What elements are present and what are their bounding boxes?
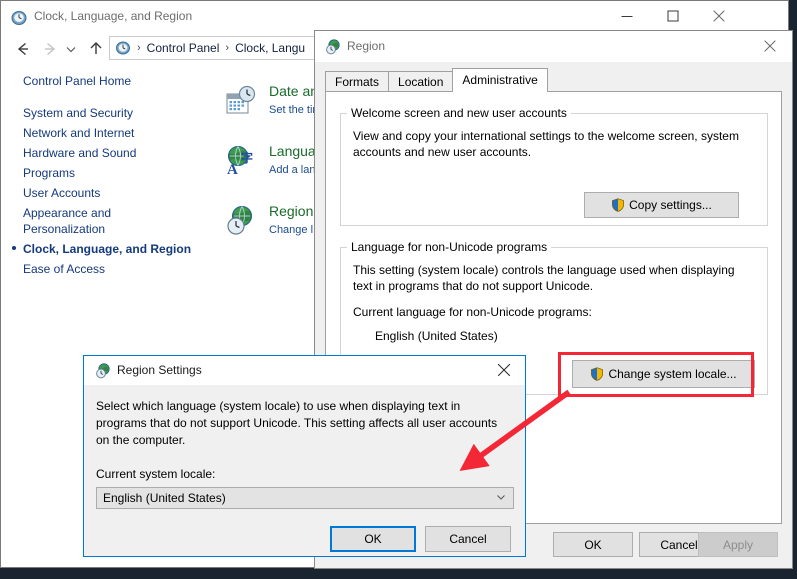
- current-language-value: English (United States): [375, 328, 498, 344]
- region-apply-button: Apply: [698, 532, 778, 557]
- close-button[interactable]: [483, 356, 525, 384]
- chevron-down-icon[interactable]: [63, 38, 79, 60]
- breadcrumb-clock-language[interactable]: Clock, Langu: [235, 41, 305, 55]
- chevron-down-icon: [495, 491, 507, 506]
- control-panel-icon: [115, 40, 131, 56]
- region-dialog-tabs: Formats Location Administrative: [325, 71, 782, 92]
- change-system-locale-label: Change system locale...: [608, 367, 736, 381]
- region-ok-button[interactable]: OK: [553, 532, 633, 557]
- region-settings-titlebar: Region Settings: [84, 356, 525, 385]
- current-language-label: Current language for non-Unicode program…: [353, 304, 592, 320]
- change-system-locale-button[interactable]: Change system locale...: [572, 360, 755, 388]
- maximize-button[interactable]: [650, 1, 696, 31]
- sidebar-item-system-and-security[interactable]: System and Security: [1, 103, 213, 123]
- content-entry-subtitle: Change l: [269, 224, 313, 236]
- sidebar-item-control-panel-home[interactable]: Control Panel Home: [1, 71, 213, 91]
- nonunicode-description: This setting (system locale) controls th…: [353, 262, 751, 294]
- tab-administrative[interactable]: Administrative: [452, 68, 547, 92]
- sidebar-item-programs[interactable]: Programs: [1, 163, 213, 183]
- region-settings-ok-button[interactable]: OK: [330, 526, 416, 552]
- close-button[interactable]: [696, 1, 742, 31]
- region-icon: [325, 39, 341, 55]
- date-time-icon: [225, 85, 257, 117]
- up-arrow-icon[interactable]: [85, 38, 107, 60]
- region-icon: [225, 205, 257, 237]
- welcome-screen-legend: Welcome screen and new user accounts: [347, 106, 571, 120]
- content-entry-title: Region: [269, 203, 313, 219]
- clock-icon: [11, 9, 28, 26]
- sidebar-item-ease-of-access[interactable]: Ease of Access: [1, 259, 213, 279]
- sidebar-item-clock-language-and-region[interactable]: Clock, Language, and Region: [1, 239, 213, 259]
- region-dialog-titlebar: Region: [315, 31, 792, 62]
- language-icon: 字 A: [225, 145, 257, 177]
- uac-shield-icon: [611, 198, 625, 212]
- content-entry-title: Langua: [269, 143, 316, 159]
- svg-text:字: 字: [241, 150, 253, 165]
- region-settings-title: Region Settings: [117, 363, 202, 377]
- uac-shield-icon: [590, 367, 604, 381]
- breadcrumb-separator: ›: [225, 42, 229, 54]
- region-dialog-title: Region: [347, 39, 385, 53]
- welcome-screen-groupbox: Welcome screen and new user accounts Vie…: [340, 106, 768, 226]
- region-settings-cancel-button[interactable]: Cancel: [425, 526, 511, 552]
- sidebar-item-appearance-and-personalization[interactable]: Appearance and Personalization: [1, 203, 213, 239]
- content-entry-subtitle: Set the tir: [269, 104, 316, 116]
- forward-arrow-icon[interactable]: [39, 38, 61, 60]
- control-panel-title: Clock, Language, and Region: [34, 9, 192, 23]
- system-locale-combobox[interactable]: English (United States): [96, 487, 514, 509]
- system-locale-value: English (United States): [103, 491, 495, 505]
- tab-location[interactable]: Location: [388, 71, 453, 92]
- sidebar-item-user-accounts[interactable]: User Accounts: [1, 183, 213, 203]
- region-settings-dialog: Region Settings Select which language (s…: [83, 355, 526, 557]
- sidebar-item-network-and-internet[interactable]: Network and Internet: [1, 123, 213, 143]
- sidebar-item-hardware-and-sound[interactable]: Hardware and Sound: [1, 143, 213, 163]
- tab-formats[interactable]: Formats: [325, 71, 389, 92]
- svg-text:A: A: [227, 162, 238, 177]
- region-settings-body: Select which language (system locale) to…: [84, 385, 525, 556]
- minimize-button[interactable]: [604, 1, 650, 31]
- content-entry-title: Date an: [269, 83, 318, 99]
- welcome-screen-description: View and copy your international setting…: [353, 128, 751, 160]
- copy-settings-button[interactable]: Copy settings...: [584, 192, 739, 218]
- region-settings-description: Select which language (system locale) to…: [96, 398, 508, 449]
- breadcrumb-control-panel[interactable]: Control Panel: [147, 41, 220, 55]
- region-icon: [95, 363, 111, 379]
- content-entry-subtitle: Add a lan: [269, 164, 315, 176]
- control-panel-titlebar: Clock, Language, and Region: [1, 1, 788, 32]
- nonunicode-legend: Language for non-Unicode programs: [347, 240, 551, 254]
- breadcrumb-separator: ›: [137, 42, 141, 54]
- close-button[interactable]: [748, 31, 792, 61]
- copy-settings-label: Copy settings...: [629, 198, 712, 212]
- current-system-locale-label: Current system locale:: [96, 467, 215, 481]
- back-arrow-icon[interactable]: [12, 38, 34, 60]
